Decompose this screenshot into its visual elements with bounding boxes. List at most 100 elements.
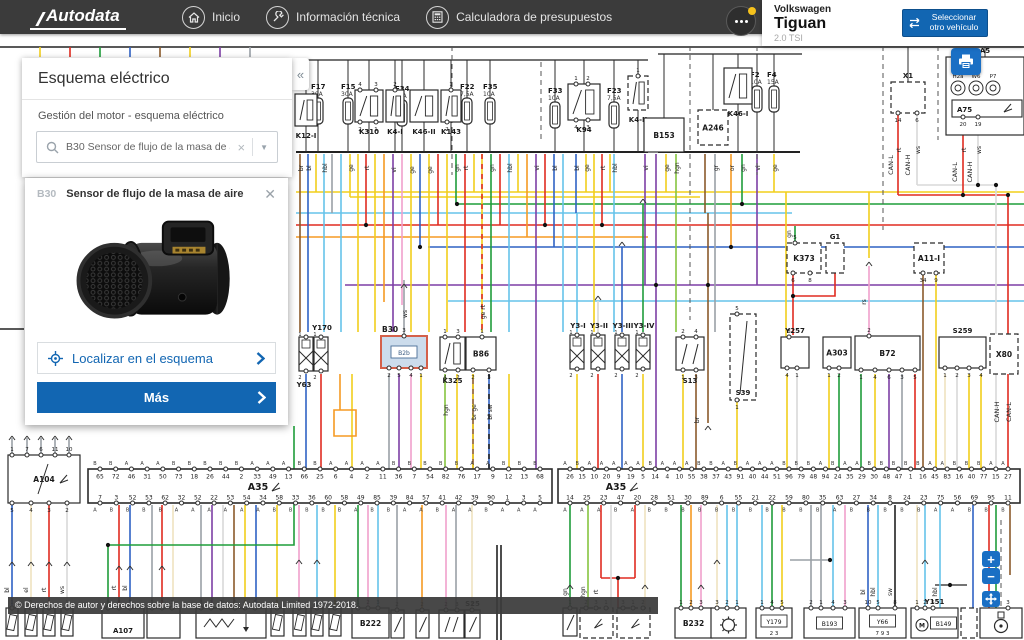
- locate-in-schematic-button[interactable]: Localizar en el esquema: [37, 342, 276, 374]
- component-Y66[interactable]: Y667 9 31058: [859, 600, 906, 638]
- svg-text:rt: rt: [41, 587, 48, 592]
- svg-text:hgn: hgn: [674, 162, 681, 174]
- svg-text:47: 47: [895, 474, 903, 481]
- svg-text:17: 17: [473, 474, 481, 481]
- ecu-connector-A35[interactable]: 26A15B10A20A9A19A5A14B4A10A55A38B37B43A9…: [558, 461, 1020, 514]
- svg-text:5: 5: [931, 600, 935, 606]
- component-B72[interactable]: B72214635: [855, 328, 920, 381]
- component-Y170[interactable]: 12Y170: [311, 324, 332, 381]
- component-A11-I[interactable]: A11-I349: [914, 243, 944, 284]
- component-F35[interactable]: F3510A: [483, 60, 498, 152]
- svg-text:B: B: [715, 508, 719, 514]
- ecu-connector-A35[interactable]: 65B72B46A31A50A73B18B26B44B2B33A49A13A66…: [88, 461, 552, 514]
- component-K310[interactable]: K3104321: [355, 60, 383, 152]
- component-B86[interactable]: B86123: [466, 329, 496, 381]
- nav-inicio[interactable]: Inicio: [182, 6, 240, 29]
- component-K4-I[interactable]: K4-I2: [386, 60, 404, 152]
- svg-text:1: 1: [614, 330, 617, 336]
- component-Y257[interactable]: Y257341: [781, 327, 809, 379]
- svg-text:2: 2: [689, 600, 693, 606]
- svg-text:2: 2: [445, 127, 449, 133]
- svg-text:B: B: [681, 508, 685, 514]
- component-S13[interactable]: S132413: [676, 329, 704, 385]
- svg-text:B: B: [883, 508, 887, 514]
- component-Y63[interactable]: 12Y63: [296, 332, 313, 389]
- component-X1[interactable]: X1146: [891, 47, 925, 124]
- notifications-button[interactable]: [726, 6, 756, 36]
- zoom-out-button[interactable]: −: [982, 568, 1000, 584]
- clear-search-icon[interactable]: ×: [237, 140, 245, 155]
- svg-text:1: 1: [679, 600, 683, 606]
- svg-text:63: 63: [836, 495, 844, 502]
- svg-text:A: A: [833, 508, 837, 514]
- svg-text:36: 36: [308, 495, 316, 502]
- component-search[interactable]: B30 Sensor de flujo de la masa de aire ×…: [36, 131, 278, 163]
- component-K325[interactable]: K3251342: [440, 329, 465, 385]
- svg-text:P7: P7: [990, 74, 997, 80]
- svg-text:Y3-IV: Y3-IV: [633, 322, 655, 330]
- svg-text:2: 2: [590, 373, 593, 379]
- svg-text:2: 2: [837, 373, 841, 379]
- component-A303[interactable]: A30312: [823, 337, 851, 379]
- component-B232[interactable]: B232123: [675, 600, 712, 638]
- svg-text:A: A: [517, 508, 521, 514]
- component-F22[interactable]: F227,5A: [460, 60, 475, 152]
- component-box[interactable]: 321: [711, 600, 746, 638]
- component-Y151[interactable]: B149Y151M125: [911, 598, 958, 638]
- svg-text:46: 46: [128, 474, 136, 481]
- svg-text:A: A: [125, 461, 129, 467]
- component-K373[interactable]: K373568: [787, 235, 821, 284]
- svg-text:B: B: [900, 508, 904, 514]
- svg-text:6: 6: [887, 375, 891, 381]
- svg-text:A35: A35: [248, 482, 269, 493]
- svg-text:vi: vi: [391, 167, 398, 173]
- component-S259[interactable]: S2591234: [939, 327, 986, 379]
- svg-text:gn: gn: [786, 230, 793, 238]
- svg-text:20: 20: [634, 495, 642, 502]
- component-F23[interactable]: F237,5A: [607, 60, 622, 152]
- component-box[interactable]: [961, 608, 977, 638]
- component-X80[interactable]: X80: [990, 334, 1018, 374]
- component-K143[interactable]: K14312: [441, 60, 461, 152]
- svg-text:2 3: 2 3: [770, 631, 779, 637]
- svg-text:40: 40: [968, 474, 976, 481]
- component-G1[interactable]: G1: [826, 233, 844, 273]
- svg-text:43: 43: [724, 474, 732, 481]
- component-K46-II[interactable]: K46-II: [410, 60, 438, 152]
- nav-informacion-tecnica[interactable]: Información técnica: [266, 6, 400, 29]
- component-A104[interactable]: A10417611105432: [8, 447, 80, 514]
- close-icon[interactable]: ✕: [264, 187, 276, 201]
- svg-text:5: 5: [538, 495, 542, 502]
- component-F4[interactable]: F415A: [767, 54, 780, 152]
- pan-button[interactable]: [982, 591, 1000, 607]
- printer-icon: [958, 54, 974, 69]
- svg-text:S259: S259: [953, 327, 973, 335]
- svg-text:82: 82: [442, 474, 450, 481]
- svg-text:38: 38: [700, 474, 708, 481]
- svg-text:55: 55: [735, 495, 743, 502]
- component-F33[interactable]: F3310A: [548, 60, 563, 152]
- print-button[interactable]: [951, 48, 981, 75]
- svg-text:2: 2: [240, 474, 244, 481]
- component-Y179[interactable]: Y1792 3145: [756, 600, 792, 638]
- component-B193[interactable]: B1932143: [804, 600, 855, 638]
- component-S39[interactable]: S3951: [730, 306, 756, 411]
- svg-text:ge: ge: [409, 166, 416, 174]
- collapse-panel-button[interactable]: «: [292, 58, 309, 90]
- svg-text:A: A: [631, 508, 635, 514]
- component-K94[interactable]: K941243: [568, 60, 600, 152]
- zoom-in-button[interactable]: +: [982, 551, 1000, 567]
- component-B153[interactable]: B153: [644, 54, 684, 152]
- svg-text:B: B: [816, 508, 820, 514]
- select-vehicle-button[interactable]: Seleccionar otro vehículo: [902, 9, 988, 37]
- component-F15[interactable]: F1530A: [341, 60, 356, 152]
- component-B30[interactable]: B2bB3032541: [381, 325, 427, 379]
- svg-text:A107: A107: [113, 627, 133, 635]
- more-button[interactable]: Más: [37, 382, 276, 413]
- nav-calculadora[interactable]: Calculadora de presupuestos: [426, 6, 612, 29]
- dropdown-icon[interactable]: ▼: [260, 143, 268, 152]
- svg-text:A: A: [600, 461, 604, 467]
- search-divider: [252, 138, 253, 156]
- svg-text:A: A: [345, 461, 349, 467]
- autodata-logo[interactable]: Autodata: [30, 5, 126, 30]
